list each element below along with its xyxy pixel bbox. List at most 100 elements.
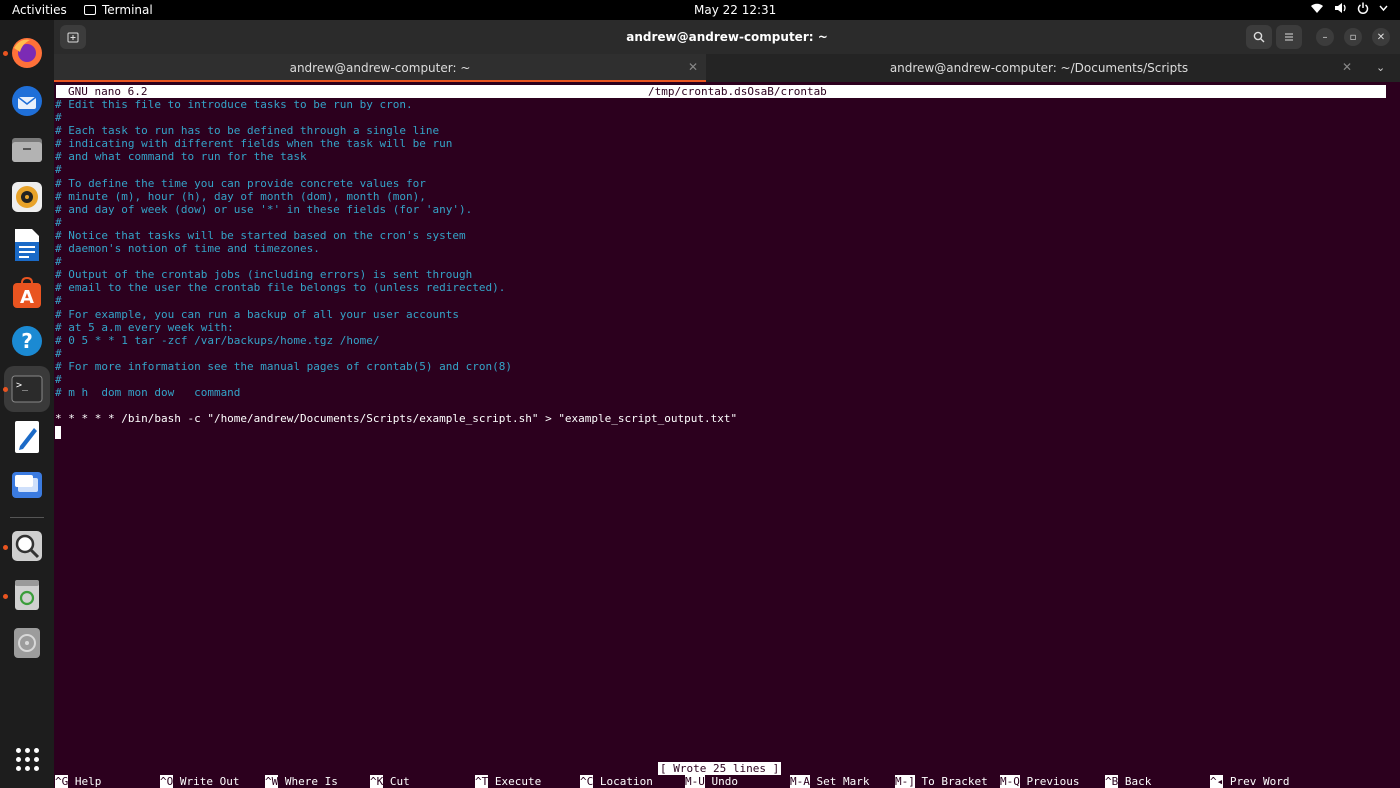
header-bar: andrew@andrew-computer: ~ – ▫ ✕ bbox=[54, 20, 1400, 54]
volume-icon bbox=[1335, 3, 1346, 13]
tab-label: andrew@andrew-computer: ~ bbox=[289, 61, 471, 75]
rhythmbox-icon[interactable] bbox=[8, 178, 46, 216]
disk-icon[interactable] bbox=[8, 624, 46, 662]
shortcut-item: M-Q Previous bbox=[1000, 775, 1079, 788]
maximize-button[interactable]: ▫ bbox=[1344, 28, 1362, 46]
hamburger-icon bbox=[1285, 33, 1293, 41]
shortcut-key: M-A bbox=[790, 775, 810, 788]
nano-version: GNU nano 6.2 bbox=[68, 85, 148, 98]
tabs-menu-icon[interactable]: ⌄ bbox=[1376, 61, 1385, 74]
shortcut-label: To Bracket bbox=[921, 775, 988, 788]
dock-separator bbox=[10, 517, 44, 518]
files-icon[interactable] bbox=[8, 130, 46, 168]
shortcut-label: Where Is bbox=[284, 775, 338, 788]
editor-line: # For example, you can run a backup of a… bbox=[55, 307, 459, 321]
app-menu[interactable]: Terminal bbox=[84, 3, 153, 17]
dock: A ? >_ bbox=[0, 20, 54, 788]
chevron-down-icon bbox=[1379, 5, 1388, 12]
shortcut-key: ^B bbox=[1105, 775, 1119, 788]
editor-line: # To define the time you can provide con… bbox=[55, 176, 426, 190]
close-button[interactable]: ✕ bbox=[1372, 28, 1390, 46]
shortcut-key: M-] bbox=[895, 775, 915, 788]
editor-line: # at 5 a.m every week with: bbox=[55, 320, 234, 334]
restore-icon: ▫ bbox=[1349, 31, 1357, 43]
tab-scripts[interactable]: andrew@andrew-computer: ~/Documents/Scri… bbox=[706, 54, 1372, 82]
clock[interactable]: May 22 12:31 bbox=[694, 3, 776, 17]
editor-line: # 0 5 * * 1 tar -zcf /var/backups/home.t… bbox=[55, 333, 380, 347]
terminal-area[interactable]: GNU nano 6.2 /tmp/crontab.dsOsaB/crontab… bbox=[54, 82, 1400, 788]
shortcut-item: ^K Cut bbox=[370, 775, 410, 788]
recycle-icon[interactable] bbox=[8, 576, 46, 614]
shortcut-item: ^B Back bbox=[1105, 775, 1151, 788]
status-message: [ Wrote 25 lines ] bbox=[658, 762, 782, 776]
tab-bar: andrew@andrew-computer: ~ ✕ andrew@andre… bbox=[54, 54, 1400, 82]
editor-line: # bbox=[55, 111, 62, 125]
shortcut-item: M-U Undo bbox=[685, 775, 738, 788]
top-bar: Activities Terminal May 22 12:31 bbox=[0, 0, 1400, 20]
shortcut-key: ^◂ bbox=[1210, 775, 1224, 788]
menu-button[interactable] bbox=[1276, 25, 1302, 49]
text-editor-icon[interactable] bbox=[8, 418, 46, 456]
terminal-icon bbox=[84, 5, 96, 15]
editor-line: # bbox=[55, 372, 62, 386]
search-icon bbox=[1253, 31, 1265, 43]
show-apps-icon[interactable] bbox=[8, 740, 46, 778]
shortcut-key: M-U bbox=[685, 775, 705, 788]
activities-button[interactable]: Activities bbox=[12, 3, 67, 17]
shortcut-label: Execute bbox=[494, 775, 542, 788]
writer-icon[interactable] bbox=[8, 226, 46, 264]
close-icon: ✕ bbox=[1376, 31, 1386, 43]
editor-buffer[interactable]: # Edit this file to introduce tasks to b… bbox=[55, 98, 737, 425]
nano-title-bar: GNU nano 6.2 /tmp/crontab.dsOsaB/crontab bbox=[56, 85, 1386, 98]
editor-line: # Each task to run has to be defined thr… bbox=[55, 124, 440, 138]
editor-line: # minute (m), hour (h), day of month (do… bbox=[55, 189, 426, 203]
editor-line: # email to the user the crontab file bel… bbox=[55, 281, 506, 295]
editor-line: # daemon's notion of time and timezones. bbox=[55, 242, 320, 256]
system-tray[interactable] bbox=[1310, 2, 1388, 14]
search-button[interactable] bbox=[1246, 25, 1272, 49]
editor-line: # indicating with different fields when … bbox=[55, 137, 453, 151]
terminal-icon[interactable]: >_ bbox=[8, 370, 46, 408]
text-cursor bbox=[55, 426, 61, 439]
editor-line: # Output of the crontab jobs (including … bbox=[55, 268, 473, 282]
shortcut-label: Set Mark bbox=[816, 775, 870, 788]
shortcut-item: ^T Execute bbox=[475, 775, 541, 788]
workspace-icon[interactable] bbox=[8, 466, 46, 504]
close-icon[interactable]: ✕ bbox=[688, 60, 698, 74]
firefox-icon[interactable] bbox=[8, 34, 46, 72]
app-center-icon[interactable]: A bbox=[8, 274, 46, 312]
shortcut-item: ^◂ Prev Word bbox=[1210, 775, 1289, 788]
magnifier-icon[interactable] bbox=[8, 527, 46, 565]
editor-line: # bbox=[55, 346, 62, 360]
tab-label: andrew@andrew-computer: ~/Documents/Scri… bbox=[889, 61, 1189, 75]
shortcut-key: ^O bbox=[160, 775, 174, 788]
shortcut-label: Undo bbox=[711, 775, 739, 788]
editor-line: * * * * * /bin/bash -c "/home/andrew/Doc… bbox=[55, 412, 738, 426]
shortcut-item: ^O Write Out bbox=[160, 775, 239, 788]
shortcut-label: Prev Word bbox=[1229, 775, 1290, 788]
svg-text:>_: >_ bbox=[16, 380, 29, 391]
editor-line: # m h dom mon dow command bbox=[55, 386, 241, 400]
minimize-button[interactable]: – bbox=[1316, 28, 1334, 46]
power-icon bbox=[1357, 2, 1369, 14]
shortcut-item: ^W Where Is bbox=[265, 775, 338, 788]
nano-filename: /tmp/crontab.dsOsaB/crontab bbox=[648, 85, 827, 98]
window-title: andrew@andrew-computer: ~ bbox=[626, 30, 828, 44]
editor-line: # bbox=[55, 215, 62, 229]
shortcut-key: ^T bbox=[475, 775, 489, 788]
help-icon[interactable]: ? bbox=[8, 322, 46, 360]
editor-line: # and day of week (dow) or use '*' in th… bbox=[55, 202, 473, 216]
thunderbird-icon[interactable] bbox=[8, 82, 46, 120]
svg-text:?: ? bbox=[21, 329, 33, 353]
close-icon[interactable]: ✕ bbox=[1342, 60, 1352, 74]
shortcut-label: Previous bbox=[1026, 775, 1080, 788]
shortcut-item: M-] To Bracket bbox=[895, 775, 988, 788]
shortcut-item: M-A Set Mark bbox=[790, 775, 869, 788]
shortcut-key: ^C bbox=[580, 775, 594, 788]
tab-home[interactable]: andrew@andrew-computer: ~ ✕ bbox=[54, 54, 706, 82]
shortcut-item: ^G Help bbox=[55, 775, 101, 788]
shortcut-key: ^G bbox=[55, 775, 69, 788]
editor-line: # bbox=[55, 163, 62, 177]
terminal-window: andrew@andrew-computer: ~ – ▫ ✕ andrew@a… bbox=[54, 20, 1400, 788]
app-name: Terminal bbox=[102, 3, 153, 17]
